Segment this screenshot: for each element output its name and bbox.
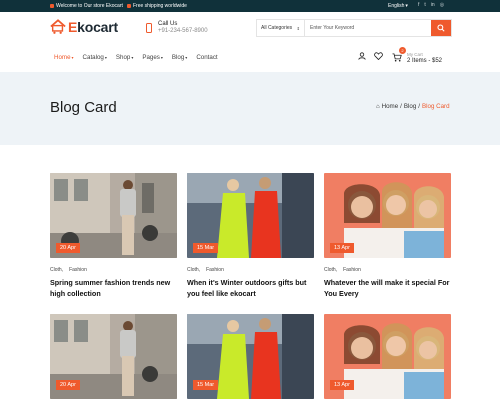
tag-fashion[interactable]: Fashion — [69, 267, 87, 273]
welcome-text: Welcome to Our store Ekocart — [56, 3, 123, 9]
category-select[interactable]: All Categories ⇕ — [257, 20, 305, 36]
twitter-icon[interactable]: t — [424, 2, 425, 8]
breadcrumb-separator: / — [418, 103, 420, 110]
nav-catalog[interactable]: Catalog ▾ — [83, 54, 107, 61]
date-badge: 20 Apr — [56, 380, 80, 390]
logo-text: Ekocart — [68, 18, 118, 35]
tag-cloth[interactable]: Cloth, — [50, 267, 63, 273]
nav-contact[interactable]: Contact — [196, 54, 217, 61]
chevron-down-icon: ▾ — [131, 55, 134, 60]
linkedin-icon[interactable]: in — [431, 2, 435, 8]
header-icons — [358, 52, 383, 60]
mini-cart[interactable]: 2 My Cart 2 Items - $52 — [392, 47, 443, 67]
chevron-down-icon: ▾ — [104, 55, 107, 60]
post-title[interactable]: Whatever the will make it special For Yo… — [324, 278, 451, 299]
category-label: All Categories — [261, 25, 293, 31]
blog-card[interactable]: 13 Apr — [324, 314, 451, 399]
top-bar: Welcome to Our store Ekocart Free shippi… — [0, 0, 500, 12]
tag-fashion[interactable]: Fashion — [343, 267, 361, 273]
date-badge: 13 Apr — [330, 380, 354, 390]
blog-card[interactable]: 20 Apr Cloth, Fashion Spring summer fash… — [50, 173, 177, 299]
blog-image[interactable]: 20 Apr — [50, 314, 177, 399]
tag-cloth[interactable]: Cloth, — [187, 267, 200, 273]
breadcrumb: ⌂ Home / Blog / Blog Card — [376, 103, 450, 110]
nav-pages[interactable]: Pages ▾ — [142, 54, 163, 61]
post-tags: Cloth, Fashion — [324, 267, 451, 273]
date-badge: 20 Apr — [56, 243, 80, 253]
logo[interactable]: Ekocart — [50, 18, 118, 35]
user-icon[interactable] — [358, 52, 366, 60]
welcome-message: Welcome to Our store Ekocart — [50, 3, 123, 9]
post-title[interactable]: Spring summer fashion trends new high co… — [50, 278, 177, 299]
date-badge: 15 Mar — [193, 380, 219, 390]
search-input[interactable] — [305, 20, 431, 36]
blog-card[interactable]: 15 Mar Cloth, Fashion When it's Winter o… — [187, 173, 314, 299]
post-tags: Cloth, Fashion — [50, 267, 177, 273]
cart-label: My Cart — [407, 52, 423, 57]
page-banner: Blog Card ⌂ Home / Blog / Blog Card — [0, 72, 500, 145]
search-icon — [437, 24, 445, 32]
blog-image[interactable]: 13 Apr — [324, 314, 451, 399]
breadcrumb-separator: / — [400, 103, 402, 110]
cart-icon — [392, 53, 402, 62]
main-nav: Home ▾ Catalog ▾ Shop ▾ Pages ▾ Blog ▾ Contac… — [54, 54, 218, 61]
breadcrumb-blog[interactable]: Blog — [404, 103, 416, 110]
search-button[interactable] — [431, 20, 451, 36]
instagram-icon[interactable]: ◎ — [440, 2, 444, 8]
facebook-icon[interactable]: f — [418, 2, 419, 8]
truck-icon — [127, 4, 131, 8]
cart-logo-icon — [50, 19, 66, 34]
chevron-updown-icon: ⇕ — [296, 25, 300, 31]
chevron-down-icon: ▾ — [160, 55, 163, 60]
blog-image[interactable]: 15 Mar — [187, 173, 314, 258]
chevron-down-icon: ▾ — [185, 55, 188, 60]
chevron-down-icon: ▾ — [71, 55, 74, 60]
blog-image[interactable]: 20 Apr — [50, 173, 177, 258]
shipping-text: Free shipping worldwide — [133, 3, 187, 9]
nav-home[interactable]: Home ▾ — [54, 54, 74, 61]
blog-card[interactable]: 20 Apr — [50, 314, 177, 399]
header: Ekocart Call Us +91-234-567-8900 All Cat… — [0, 12, 500, 72]
cart-count-badge: 2 — [399, 47, 406, 54]
language-label: English — [388, 3, 405, 9]
breadcrumb-current: Blog Card — [422, 103, 450, 110]
home-icon: ⌂ — [376, 103, 380, 110]
cart-icon-wrap: 2 — [392, 47, 406, 67]
phone-icon — [146, 22, 152, 33]
call-us-label: Call Us — [158, 21, 178, 27]
store-icon — [50, 4, 54, 8]
blog-card[interactable]: 13 Apr Cloth, Fashion Whatever the will … — [324, 173, 451, 299]
call-us: Call Us +91-234-567-8900 — [146, 21, 208, 34]
heart-icon[interactable] — [374, 52, 383, 60]
blog-image[interactable]: 15 Mar — [187, 314, 314, 399]
blog-card[interactable]: 15 Mar — [187, 314, 314, 399]
tag-cloth[interactable]: Cloth, — [324, 267, 337, 273]
blog-image[interactable]: 13 Apr — [324, 173, 451, 258]
date-badge: 15 Mar — [193, 243, 219, 253]
social-links: f t in ◎ — [418, 2, 444, 8]
search-bar: All Categories ⇕ — [256, 19, 452, 37]
chevron-down-icon: ▾ — [405, 3, 408, 9]
tag-fashion[interactable]: Fashion — [206, 267, 224, 273]
page-title: Blog Card — [50, 99, 117, 116]
phone-number[interactable]: +91-234-567-8900 — [158, 28, 208, 34]
cart-summary: 2 Items - $52 — [407, 58, 443, 64]
nav-shop[interactable]: Shop ▾ — [116, 54, 133, 61]
shipping-message: Free shipping worldwide — [127, 3, 187, 9]
date-badge: 13 Apr — [330, 243, 354, 253]
post-tags: Cloth, Fashion — [187, 267, 314, 273]
language-selector[interactable]: English ▾ — [388, 3, 408, 9]
post-title[interactable]: When it's Winter outdoors gifts but you … — [187, 278, 314, 299]
breadcrumb-home[interactable]: Home — [382, 103, 399, 110]
nav-blog[interactable]: Blog ▾ — [172, 54, 187, 61]
